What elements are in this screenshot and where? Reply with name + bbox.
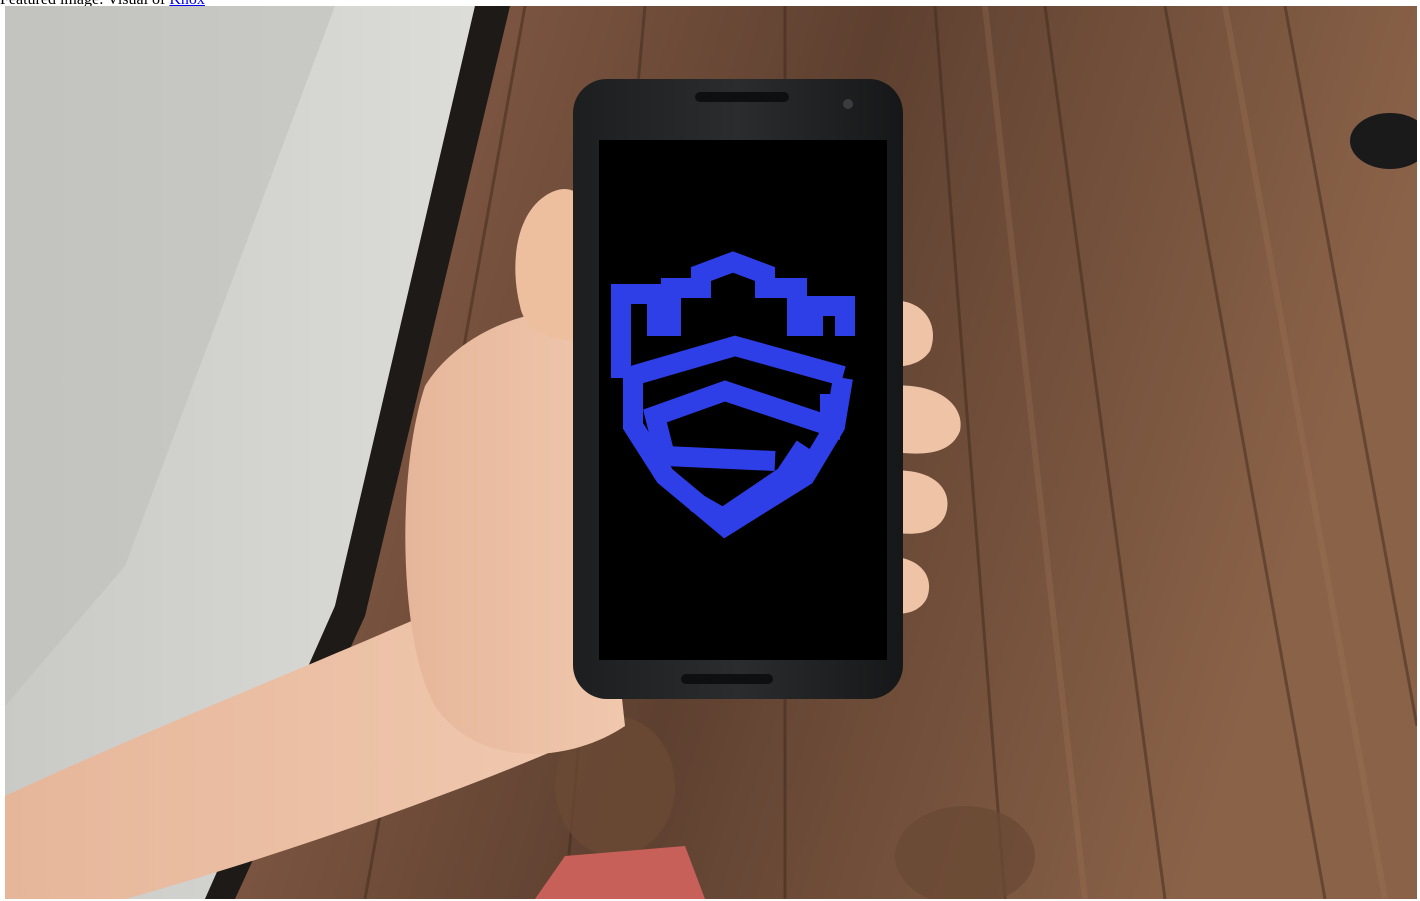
- photo: [5, 6, 1417, 899]
